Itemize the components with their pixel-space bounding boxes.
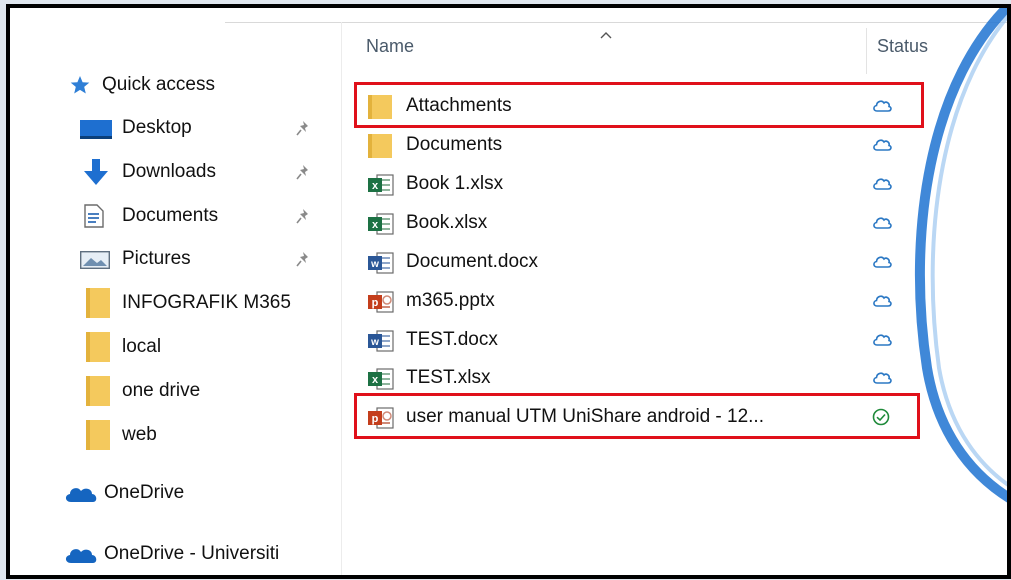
file-name: Document.docx: [406, 251, 539, 272]
folder-icon: [368, 134, 392, 163]
column-header-status[interactable]: Status: [877, 36, 928, 57]
nav-onedrive[interactable]: OneDrive: [10, 476, 330, 510]
nav-item-documents[interactable]: Documents: [10, 199, 330, 233]
folder-icon: [86, 376, 110, 406]
word-file-icon: w: [368, 251, 394, 280]
cloud-status-icon: [872, 175, 892, 196]
nav-item-desktop[interactable]: Desktop: [10, 111, 330, 145]
desktop-icon: [80, 120, 112, 140]
file-row-m365-pptx[interactable]: p m365.pptx: [360, 283, 920, 319]
pin-icon[interactable]: [296, 207, 310, 225]
cloud-status-icon: [872, 136, 892, 157]
cloud-status-icon: [872, 292, 892, 313]
file-name: Book 1.xlsx: [406, 173, 504, 194]
svg-text:w: w: [370, 337, 379, 348]
navigation-pane-divider: [341, 22, 342, 575]
svg-text:x: x: [372, 180, 379, 192]
svg-text:w: w: [370, 259, 379, 270]
cloud-status-icon: [872, 253, 892, 274]
file-row-test-xlsx[interactable]: x TEST.xlsx: [360, 360, 920, 396]
folder-icon: [86, 332, 110, 362]
pin-icon[interactable]: [296, 163, 310, 181]
onedrive-cloud-icon: [64, 486, 98, 502]
file-name: Documents: [406, 134, 503, 155]
nav-item-label: Desktop: [122, 117, 192, 138]
column-header-name[interactable]: Name: [366, 36, 414, 57]
excel-file-icon: x: [368, 212, 394, 241]
pin-icon[interactable]: [296, 250, 310, 268]
file-row-document-docx[interactable]: w Document.docx: [360, 244, 920, 280]
documents-icon: [84, 204, 104, 228]
file-name: Book.xlsx: [406, 212, 488, 233]
svg-text:p: p: [372, 297, 379, 309]
nav-item-label: Downloads: [122, 161, 216, 182]
nav-quick-access[interactable]: Quick access: [10, 68, 330, 102]
excel-file-icon: x: [368, 173, 394, 202]
highlight-box-attachments: [354, 82, 924, 128]
svg-text:x: x: [372, 219, 379, 231]
nav-item-web[interactable]: web: [10, 418, 330, 452]
file-row-book[interactable]: x Book.xlsx: [360, 205, 920, 241]
file-explorer-window: Quick access Desktop Downloads Documents…: [6, 4, 1011, 579]
nav-onedrive-org-label: OneDrive - Universiti: [104, 543, 280, 564]
nav-item-local[interactable]: local: [10, 330, 330, 364]
downloads-icon: [82, 159, 110, 187]
nav-quick-access-label: Quick access: [102, 74, 215, 95]
column-separator[interactable]: [866, 28, 867, 74]
file-row-book-1[interactable]: x Book 1.xlsx: [360, 166, 920, 202]
cloud-status-icon: [872, 331, 892, 352]
nav-item-label: local: [122, 336, 162, 357]
nav-item-label: Pictures: [122, 248, 191, 269]
onedrive-cloud-icon: [64, 547, 98, 563]
address-bar-edge: [225, 8, 1007, 23]
word-file-icon: w: [368, 329, 394, 358]
nav-item-label: INFOGRAFIK M365: [122, 292, 291, 313]
pictures-icon: [80, 251, 110, 269]
folder-icon: [86, 420, 110, 450]
file-name: m365.pptx: [406, 290, 495, 311]
svg-text:x: x: [372, 374, 379, 386]
folder-icon: [86, 288, 110, 318]
powerpoint-file-icon: p: [368, 290, 394, 319]
nav-item-label: web: [122, 424, 157, 445]
file-name: TEST.docx: [406, 329, 498, 350]
file-name: TEST.xlsx: [406, 367, 491, 388]
pin-icon[interactable]: [296, 119, 310, 137]
nav-onedrive-org[interactable]: OneDrive - Universiti: [10, 537, 330, 571]
excel-file-icon: x: [368, 367, 394, 396]
nav-item-infografik-m365[interactable]: INFOGRAFIK M365: [10, 286, 330, 320]
sort-ascending-icon: [600, 26, 612, 44]
nav-item-one-drive-folder[interactable]: one drive: [10, 374, 330, 408]
cloud-status-icon: [872, 214, 892, 235]
star-icon: [70, 75, 90, 95]
file-row-documents[interactable]: Documents: [360, 127, 920, 163]
file-row-test-docx[interactable]: w TEST.docx: [360, 322, 920, 358]
nav-item-label: Documents: [122, 205, 219, 226]
cloud-status-icon: [872, 369, 892, 390]
highlight-box-user-manual: [354, 393, 920, 439]
nav-onedrive-label: OneDrive: [104, 482, 185, 503]
nav-item-label: one drive: [122, 380, 201, 401]
nav-item-downloads[interactable]: Downloads: [10, 155, 330, 189]
nav-item-pictures[interactable]: Pictures: [10, 242, 330, 276]
